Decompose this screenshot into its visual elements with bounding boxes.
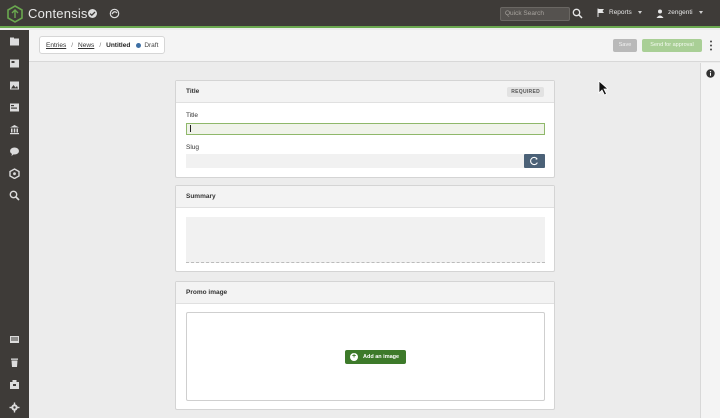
delete-icon[interactable] (9, 357, 20, 368)
image-icon[interactable] (9, 80, 20, 91)
breadcrumb-current: Untitled (106, 41, 131, 49)
add-image-button[interactable]: + Add an image (345, 350, 407, 364)
swirl-icon[interactable] (109, 8, 120, 19)
promo-image-panel-header: Promo image (176, 282, 554, 304)
regenerate-slug-button[interactable] (524, 154, 545, 168)
title-panel-header: Title REQUIRED (176, 81, 554, 103)
summary-panel-heading: Summary (186, 193, 216, 200)
send-for-approval-button[interactable]: Send for approval (642, 39, 702, 52)
flag-icon (597, 8, 604, 17)
reports-caret-icon[interactable] (638, 11, 642, 14)
summary-textarea[interactable] (186, 217, 545, 263)
save-button[interactable]: Save (613, 39, 637, 52)
title-panel: Title REQUIRED Title Slug (175, 80, 555, 178)
promo-image-panel-heading: Promo image (186, 289, 228, 296)
promo-image-panel: Promo image + Add an image (175, 281, 555, 410)
search-icon[interactable] (572, 8, 583, 19)
top-bar: Contensis Quick Search Reports zengenti (0, 0, 720, 28)
title-field[interactable] (186, 123, 545, 135)
settings-icon[interactable] (9, 402, 20, 413)
text-cursor (190, 125, 191, 132)
institution-icon[interactable] (9, 124, 20, 135)
entry-toolbar: Entries / News / Untitled Draft Save Sen… (29, 30, 720, 62)
image-drop-zone[interactable]: + Add an image (186, 312, 545, 401)
required-badge: REQUIRED (507, 86, 544, 97)
plus-icon: + (350, 353, 358, 361)
slug-field[interactable] (186, 154, 524, 168)
quick-search-input[interactable]: Quick Search (500, 7, 570, 21)
folder-icon[interactable] (9, 36, 20, 47)
blocks-icon[interactable] (9, 168, 20, 179)
user-menu[interactable]: zengenti (668, 9, 693, 16)
brand-name[interactable]: Contensis (28, 6, 88, 21)
slug-field-label: Slug (186, 144, 200, 151)
title-panel-heading: Title (186, 88, 200, 95)
status-badge: Draft (144, 41, 159, 49)
summary-panel-header: Summary (176, 186, 554, 208)
breadcrumb-news-link[interactable]: News (78, 42, 94, 49)
content-types-icon[interactable] (9, 58, 20, 69)
news-icon[interactable] (9, 334, 20, 345)
mouse-pointer-icon (598, 80, 610, 96)
breadcrumb-separator: / (71, 41, 74, 49)
status-dot-icon (136, 42, 142, 48)
add-image-label: Add an image (363, 354, 400, 360)
refresh-icon (530, 156, 538, 166)
breadcrumb-entries-link[interactable]: Entries (46, 42, 66, 49)
export-icon[interactable] (9, 379, 20, 390)
title-field-label: Title (186, 112, 199, 119)
user-icon (656, 9, 664, 18)
comment-icon[interactable] (9, 146, 20, 157)
breadcrumb: Entries / News / Untitled Draft (39, 36, 166, 54)
search-icon[interactable] (9, 190, 20, 201)
reports-menu[interactable]: Reports (609, 9, 632, 16)
check-circle-icon[interactable] (87, 8, 98, 19)
user-caret-icon[interactable] (699, 11, 703, 14)
sidebar (0, 30, 29, 418)
info-icon[interactable] (706, 69, 715, 78)
more-options-icon[interactable] (709, 39, 713, 52)
forms-icon[interactable] (9, 102, 20, 113)
contensis-logo-icon[interactable] (7, 5, 23, 23)
breadcrumb-separator: / (99, 41, 102, 49)
right-rail (700, 63, 720, 418)
summary-panel: Summary (175, 185, 555, 272)
